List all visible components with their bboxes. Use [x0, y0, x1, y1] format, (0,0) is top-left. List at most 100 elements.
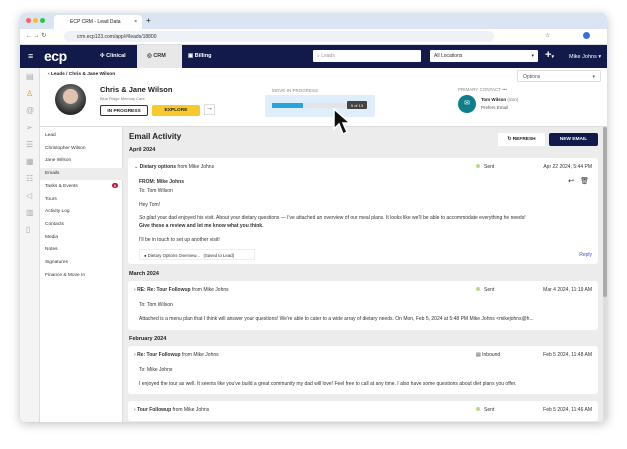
leads-icon[interactable]: ♙ — [26, 90, 34, 98]
mouse-cursor-icon — [333, 107, 352, 136]
notes-icon[interactable]: ☰ — [26, 141, 34, 149]
location-select[interactable]: All Locations ▾ — [430, 50, 538, 62]
reply-link[interactable]: Reply — [579, 252, 592, 258]
month-heading: March 2024 — [129, 271, 159, 277]
email-preview: I enjoyed the tour as well. It seems lik… — [139, 381, 517, 387]
nav-crm[interactable]: ◎ CRM — [137, 45, 182, 68]
progress-label: MOVE-IN PROGRESS — [272, 88, 319, 93]
from-line: FROM: Mike Johns — [139, 179, 185, 185]
contact-preference: Prefers Email — [481, 105, 509, 110]
maximize-window-button[interactable] — [40, 18, 45, 23]
email-subject[interactable]: › Re: Tour Followup from Mike Johns — [134, 352, 219, 358]
sidebar-item[interactable]: Emails — [40, 168, 123, 181]
sidebar-item[interactable]: Tasks & Events 8 — [40, 181, 123, 193]
contacts-icon[interactable]: ☷ — [26, 175, 34, 183]
status-button[interactable]: IN PROGRESS — [100, 105, 148, 116]
nav-billing[interactable]: ▣ Billing — [188, 45, 228, 68]
megaphone-icon[interactable]: ◁ — [26, 192, 34, 200]
send-icon[interactable]: ➢ — [26, 124, 34, 132]
sidebar-item[interactable]: Lead — [40, 130, 123, 142]
nav-clinical[interactable]: ✣ Clinical — [100, 45, 140, 68]
lead-sidebar: Lead Christopher Wilson Jane Wilson Emails T… — [40, 127, 123, 422]
browser-tab[interactable]: ECP CRM - Lead Data × — [54, 15, 142, 29]
to-line: To: Mike Johns — [139, 367, 173, 373]
breadcrumb[interactable]: ‹ Leads / Chris & Jane Wilson — [48, 72, 115, 77]
menu-icon[interactable]: ≡ — [28, 51, 33, 61]
user-menu[interactable]: Mike Johns ▾ — [569, 54, 601, 60]
browser-window: ECP CRM - Lead Data × + ← → ↻ crm.ecp123.… — [20, 13, 607, 422]
trash-icon[interactable]: 🗑 — [580, 177, 589, 185]
email-greeting: Hey Tom! — [139, 202, 161, 208]
progress-fill — [272, 103, 303, 108]
tab-bar: ECP CRM - Lead Data × + — [20, 13, 607, 29]
add-button[interactable]: +▾ — [545, 49, 554, 61]
new-tab-icon[interactable]: + — [146, 16, 151, 25]
email-preview: Attached is a menu plan that I think wil… — [139, 316, 534, 322]
sidebar-item[interactable]: Contacts — [40, 219, 123, 231]
month-heading: February 2024 — [129, 336, 167, 342]
email-card[interactable]: › Tour Followup from Mike Johns Sent Feb… — [128, 401, 598, 421]
sidebar-item[interactable]: Media — [40, 232, 123, 244]
email-date: Apr 22 2024, 5:44 PM — [543, 164, 592, 170]
top-nav: ≡ ecp ✣ Clinical ◎ CRM ▣ Billing ⌕ Leads… — [20, 45, 607, 68]
email-subject[interactable]: ⌄ Dietary options from Mike Johns — [134, 164, 214, 170]
to-line: To: Tom Wilson — [139, 302, 173, 308]
sidebar-item[interactable]: Jane Wilson — [40, 155, 123, 167]
community-name: Blue Ridge Memory Care — [100, 96, 145, 101]
clipboard-icon[interactable]: ▯ — [26, 226, 34, 234]
bookmark-star-icon[interactable]: ☆ — [545, 32, 550, 39]
avatar — [55, 84, 86, 115]
sidebar-item[interactable]: Activity Log — [40, 206, 123, 218]
mail-icon[interactable]: ✉ — [458, 95, 476, 113]
sidebar-item[interactable]: Tours — [40, 194, 123, 206]
options-select[interactable]: Options ▾ — [517, 70, 601, 82]
building-icon[interactable]: ▥ — [26, 209, 34, 217]
scrollbar[interactable] — [603, 127, 607, 422]
new-email-button[interactable]: NEW EMAIL — [549, 133, 598, 146]
count-badge: 8 — [111, 182, 118, 188]
email-subject[interactable]: › RE: Re: Tour Followup from Mike Johns — [134, 287, 229, 293]
minimize-window-button[interactable] — [33, 18, 38, 23]
sidebar-item[interactable]: Christopher Wilson — [40, 143, 123, 155]
section-title: Email Activity — [129, 132, 182, 141]
icon-rail: ▤ ♙ @ ➢ ☰ ▦ ☷ ◁ ▥ ▯ — [20, 68, 40, 422]
lead-header: ‹ Leads / Chris & Jane Wilson Options ▾ C… — [40, 68, 607, 127]
back-forward-reload-icons[interactable]: ← → ↻ — [26, 32, 46, 39]
status-inbound: ▤ Inbound — [476, 352, 501, 358]
explore-button[interactable]: EXPLORE — [152, 105, 200, 116]
contact-name[interactable]: Tom Wilson (Son) — [481, 97, 518, 102]
email-card[interactable]: › RE: Re: Tour Followup from Mike Johns … — [128, 281, 598, 330]
dashboard-icon[interactable]: ▤ — [26, 73, 34, 81]
email-card[interactable]: ⌄ Dietary options from Mike Johns Sent A… — [128, 158, 598, 264]
search-input[interactable]: ⌕ Leads — [313, 50, 421, 62]
email-icon[interactable]: @ — [26, 107, 34, 115]
email-date: Feb 5 2024, 11:46 AM — [543, 407, 592, 413]
arrow-right-icon[interactable]: → — [204, 104, 215, 115]
url-input[interactable]: crm.ecp123.com/app/#/leads/18800 — [64, 31, 494, 42]
sidebar-item[interactable]: Finance & Move In — [40, 270, 123, 282]
lead-name: Chris & Jane Wilson — [100, 85, 173, 94]
email-date: Feb 5 2024, 11:48 AM — [543, 352, 592, 358]
primary-contact-label: PRIMARY CONTACT ••• — [458, 87, 507, 92]
more-icon[interactable]: ••• — [502, 87, 507, 92]
attachment[interactable]: ● Dietary Options Overview... (Saved to … — [139, 249, 255, 260]
email-subject[interactable]: › Tour Followup from Mike Johns — [134, 407, 209, 413]
status-sent: Sent — [476, 287, 494, 293]
status-sent: Sent — [476, 407, 494, 413]
reply-icon[interactable]: ↩ — [568, 177, 574, 185]
status-sent: Sent — [476, 164, 494, 170]
close-window-button[interactable] — [26, 18, 31, 23]
email-card[interactable]: › Re: Tour Followup from Mike Johns ▤ In… — [128, 346, 598, 394]
calendar-icon[interactable]: ▦ — [26, 158, 34, 166]
sidebar-item[interactable]: Notes — [40, 244, 123, 256]
profile-icon[interactable] — [583, 32, 590, 39]
close-tab-icon[interactable]: × — [134, 19, 137, 25]
progress-card[interactable]: 5 of 13 — [265, 95, 375, 117]
to-line: To: Tom Wilson — [139, 188, 173, 194]
refresh-button[interactable]: ↻ REFRESH — [498, 133, 545, 146]
month-heading: April 2024 — [129, 147, 156, 153]
sidebar-item[interactable]: Signatures — [40, 257, 123, 269]
address-bar: ← → ↻ crm.ecp123.com/app/#/leads/18800 ☆ — [20, 29, 607, 45]
email-date: Mar 4 2024, 11:19 AM — [543, 287, 592, 293]
logo[interactable]: ecp — [44, 48, 67, 64]
